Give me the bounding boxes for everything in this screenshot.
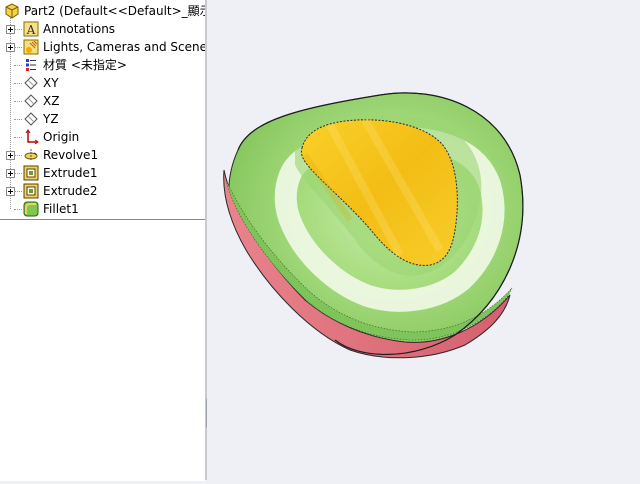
tree-item-lights-cameras-scene[interactable]: Lights, Cameras and Scene (0, 38, 205, 56)
tree-item-origin[interactable]: Origin (0, 128, 205, 146)
tree-item-plane-yz[interactable]: YZ (0, 110, 205, 128)
tree-connector (14, 209, 22, 210)
tree-item-annotations[interactable]: A Annotations (0, 20, 205, 38)
tree-root-part2[interactable]: Part2 (Default<<Default>_顯示狀態 1>) (0, 2, 205, 20)
tree-connector (14, 47, 22, 48)
material-icon (26, 59, 36, 71)
svg-text:A: A (26, 23, 36, 37)
tree-root-label: Part2 (Default<<Default>_顯示狀態 1>) (24, 4, 205, 18)
graphics-viewport[interactable] (207, 0, 640, 480)
tree-item-label: 材質 <未指定> (43, 58, 127, 72)
tree-item-label: Revolve1 (43, 148, 99, 162)
revolve-icon (24, 149, 38, 161)
lights-icon (23, 39, 39, 55)
tree-item-label: Fillet1 (43, 202, 79, 216)
tree-item-label: Annotations (43, 22, 116, 36)
tree-item-revolve1[interactable]: Revolve1 (0, 146, 205, 164)
fillet-icon (23, 201, 39, 217)
tree-connector (14, 29, 22, 30)
tree-item-label: XY (43, 76, 59, 90)
tree-item-extrude1[interactable]: Extrude1 (0, 164, 205, 182)
extrude-icon (23, 165, 39, 181)
tree-item-label: XZ (43, 94, 60, 108)
tree-connector (14, 191, 22, 192)
annotations-icon: A (23, 21, 39, 37)
tree-connector (14, 83, 22, 84)
origin-icon (25, 129, 39, 145)
tree-item-label: Extrude1 (43, 166, 98, 180)
part-icon (5, 3, 19, 19)
tree-item-material[interactable]: 材質 <未指定> (0, 56, 205, 74)
plane-icon (24, 94, 38, 108)
tree-connector (14, 137, 22, 138)
model-canvas[interactable] (207, 0, 640, 480)
tree-connector (14, 155, 22, 156)
tree-panel-empty-area (0, 219, 205, 481)
feature-manager-tree: Part2 (Default<<Default>_顯示狀態 1>) A Anno… (0, 0, 205, 481)
tree-item-plane-xy[interactable]: XY (0, 74, 205, 92)
tree-connector (14, 119, 22, 120)
tree-item-label: Extrude2 (43, 184, 98, 198)
tree-connector (14, 101, 22, 102)
tree-item-label: Lights, Cameras and Scene (43, 40, 205, 54)
tree-connector (14, 65, 22, 66)
tree-item-extrude2[interactable]: Extrude2 (0, 182, 205, 200)
extrude-icon (23, 183, 39, 199)
plane-icon (24, 112, 38, 126)
tree-item-fillet1[interactable]: Fillet1 (0, 200, 205, 218)
tree-connector (14, 173, 22, 174)
plane-icon (24, 76, 38, 90)
tree-item-plane-xz[interactable]: XZ (0, 92, 205, 110)
tree-item-label: YZ (43, 112, 59, 126)
tree-item-label: Origin (43, 130, 80, 144)
